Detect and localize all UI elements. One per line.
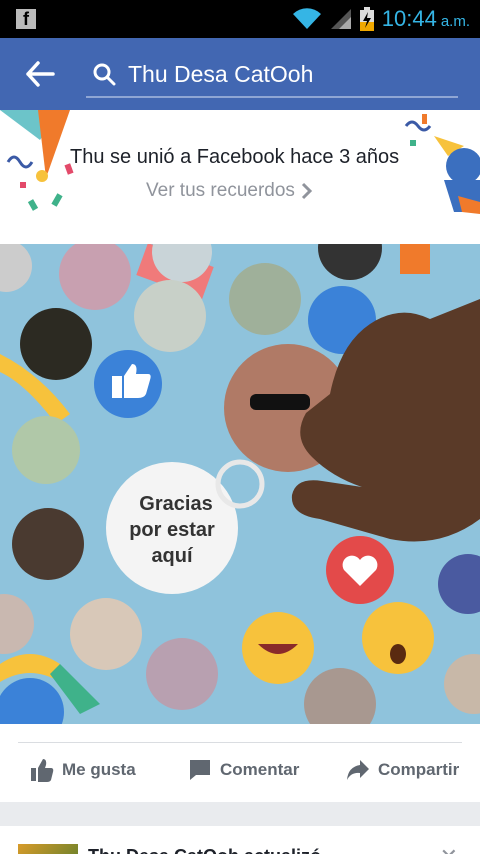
wifi-icon	[292, 8, 321, 29]
comment-button[interactable]: Comentar	[188, 758, 299, 782]
signal-icon	[330, 9, 351, 29]
search-query: Thu Desa CatOoh	[128, 60, 314, 87]
status-icons: 10:44 a.m.	[292, 4, 470, 34]
clock: 10:44 a.m.	[382, 6, 470, 32]
memory-message: Thu se unió a Facebook hace 3 años	[70, 146, 400, 168]
share-label: Compartir	[378, 760, 460, 779]
like-button[interactable]: Me gusta	[30, 758, 136, 782]
clock-ampm: a.m.	[440, 13, 470, 30]
comment-icon	[190, 760, 210, 780]
party-horn-decoration	[404, 114, 480, 214]
search-field[interactable]: Thu Desa CatOoh	[86, 52, 458, 98]
next-post-title: Thu Desa CatOoh actualizó	[88, 846, 321, 854]
divider	[18, 742, 462, 743]
buttons-illustration: Gracias por estar aquí	[0, 244, 480, 724]
view-memories-link[interactable]: Ver tus recuerdos	[146, 180, 313, 202]
battery-charging-icon	[359, 7, 374, 31]
photo-button-line2: por estar	[129, 519, 215, 541]
back-arrow-icon	[26, 61, 55, 87]
post-actions: Me gusta Comentar Compartir	[0, 724, 480, 802]
photo-button-line3: aquí	[151, 545, 194, 567]
search-icon	[93, 63, 116, 86]
next-post[interactable]: Thu Desa CatOoh actualizó ✕	[0, 826, 480, 854]
comment-label: Comentar	[220, 760, 300, 779]
back-button[interactable]	[22, 58, 58, 90]
share-arrow-icon	[347, 760, 369, 780]
chevron-right-icon	[301, 182, 313, 200]
status-bar: f 10:44 a.m.	[0, 0, 480, 38]
share-button[interactable]: Compartir	[346, 758, 459, 782]
clock-time: 10:44	[381, 6, 437, 31]
photo-button-line1: Gracias	[139, 493, 212, 515]
view-memories-label: Ver tus recuerdos	[146, 180, 295, 201]
thumbs-up-icon	[31, 759, 54, 782]
app-bar: Thu Desa CatOoh	[0, 38, 480, 110]
facebook-notification-icon: f	[16, 9, 36, 29]
celebration-photo[interactable]: Gracias por estar aquí	[0, 244, 480, 724]
avatar[interactable]	[18, 844, 78, 854]
like-label: Me gusta	[62, 760, 136, 779]
close-icon[interactable]: ✕	[440, 844, 458, 854]
memory-card[interactable]: Thu se unió a Facebook hace 3 años Ver t…	[0, 110, 480, 244]
